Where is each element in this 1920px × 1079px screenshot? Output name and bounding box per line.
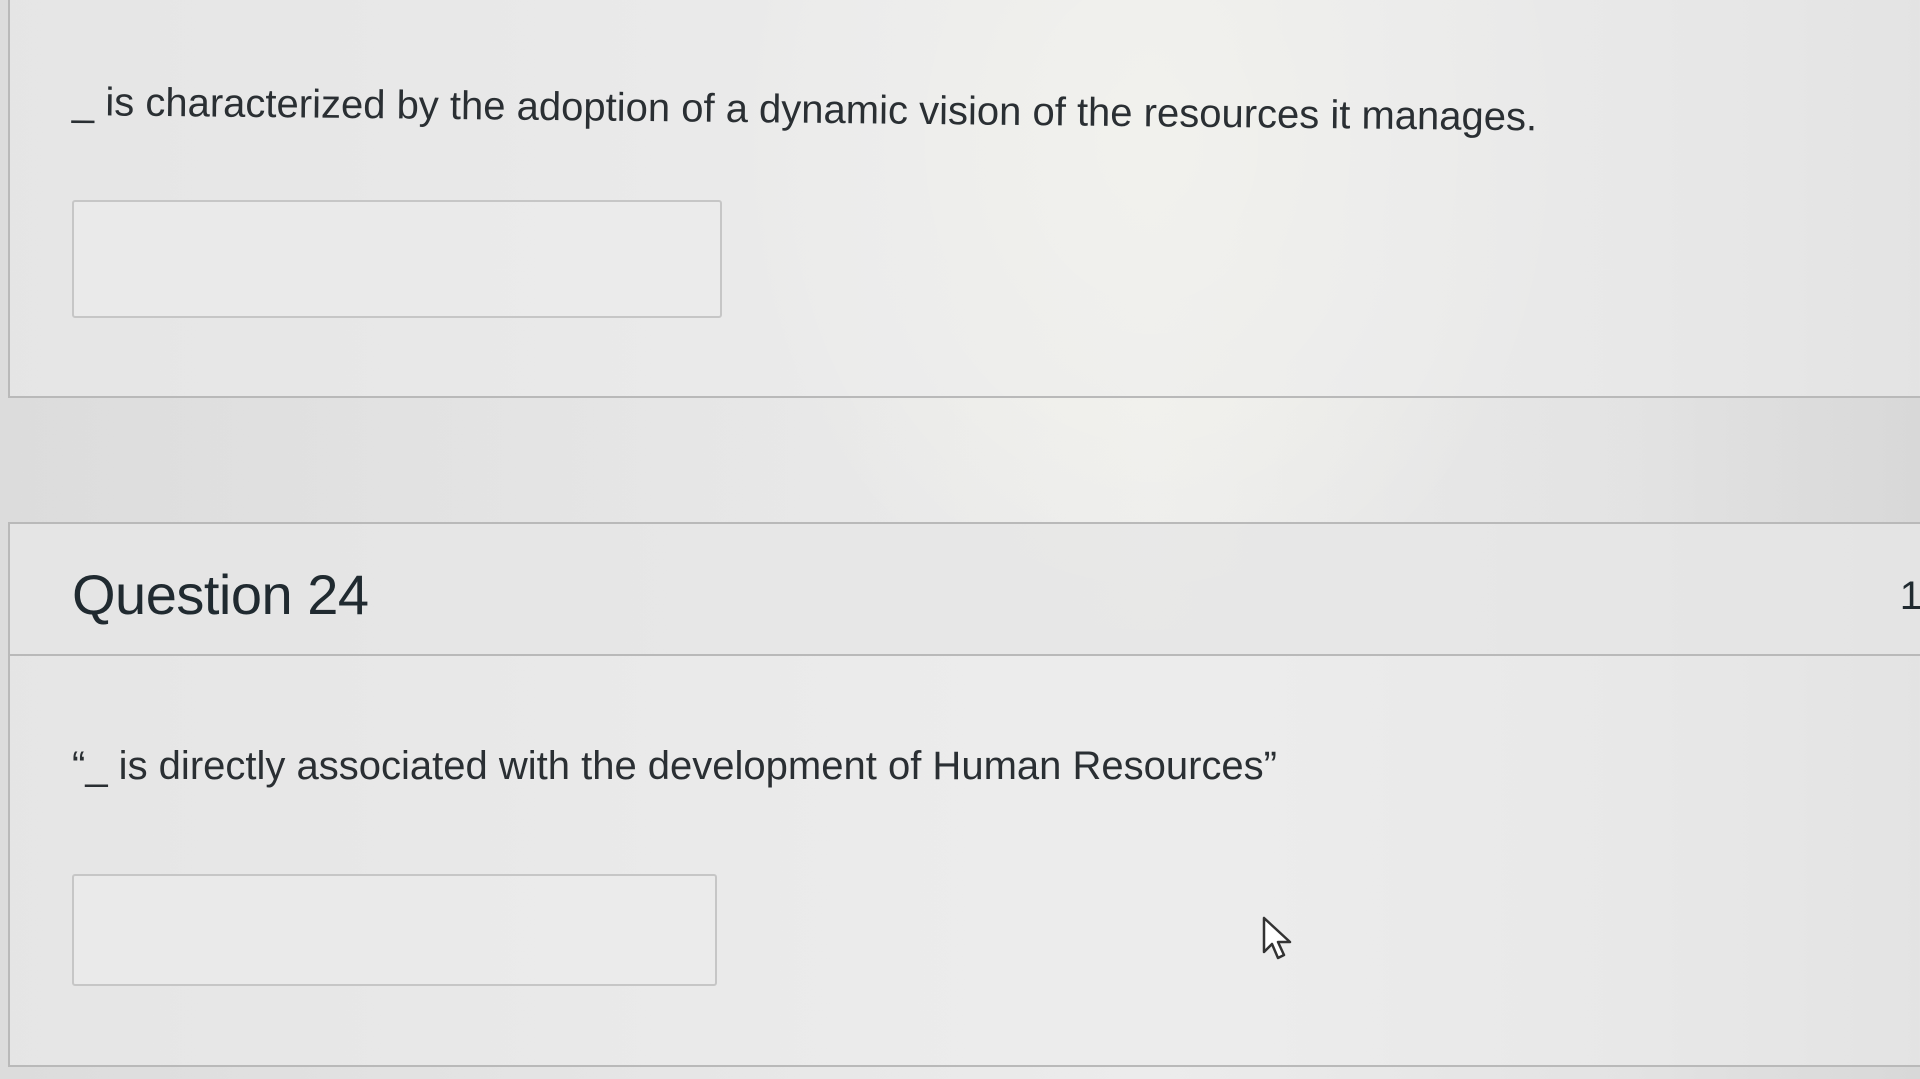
question-text: _ is characterized by the adoption of a …	[71, 80, 1538, 140]
question-card-24: Question 24 1 “_ is directly associated …	[8, 522, 1920, 1067]
answer-input[interactable]	[72, 200, 722, 318]
answer-input[interactable]	[72, 874, 717, 986]
question-points: 1	[1899, 574, 1920, 618]
mouse-pointer-icon	[1262, 916, 1292, 960]
question-title: Question 24	[72, 563, 369, 626]
question-header: Question 24 1	[10, 524, 1920, 656]
question-text: “_ is directly associated with the devel…	[72, 744, 1277, 788]
question-card-23: _ is characterized by the adoption of a …	[8, 0, 1920, 398]
